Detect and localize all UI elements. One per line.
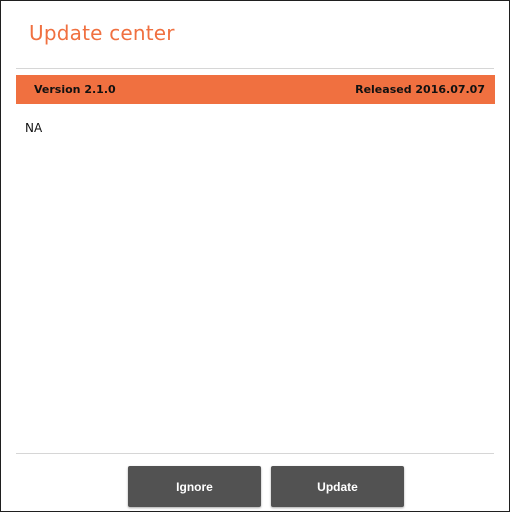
version-header-bar: Version 2.1.0 Released 2016.07.07 [16, 75, 495, 104]
version-label: Version 2.1.0 [34, 83, 116, 96]
release-notes-text: NA [25, 121, 43, 135]
release-date-label: Released 2016.07.07 [355, 83, 485, 96]
update-center-dialog: Update center Version 2.1.0 Released 201… [0, 0, 510, 512]
update-button[interactable]: Update [271, 466, 404, 507]
title-divider [16, 68, 494, 69]
dialog-title: Update center [29, 21, 175, 45]
ignore-button[interactable]: Ignore [128, 466, 261, 507]
footer-divider [16, 453, 494, 454]
